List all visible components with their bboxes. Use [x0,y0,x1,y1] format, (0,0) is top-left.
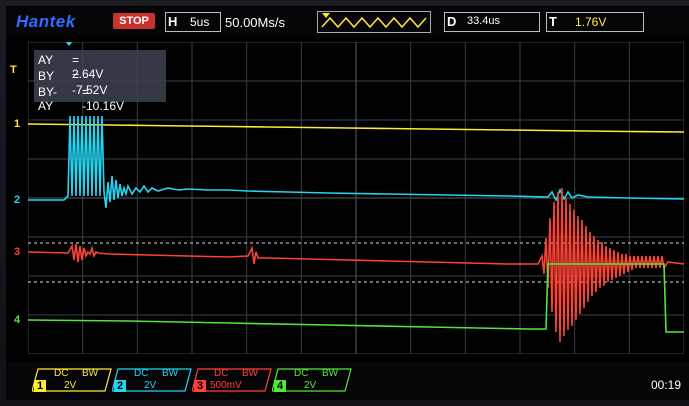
ch1-ground-marker[interactable]: 1 [14,118,20,130]
ch2-ground-marker[interactable]: 2 [14,194,20,206]
ch2-scale: 2V [144,380,157,391]
ch3-number: 3 [194,380,206,392]
trigger-position-bar[interactable] [317,11,431,33]
trigger-level-value: 1.76V [575,15,607,29]
ch2-bw: BW [162,368,179,379]
delay-label: D [447,14,457,29]
ch2-settings[interactable]: 2 DC BW 2V [112,368,192,392]
ch2-coupling: DC [134,368,149,379]
ch1-scale: 2V [64,380,77,391]
trigger-level-marker[interactable]: T [10,64,17,76]
ch4-number: 4 [274,380,286,392]
ch4-ground-marker[interactable]: 4 [14,314,20,326]
timebase-box[interactable]: H 5us [165,12,221,32]
trigger-level-box[interactable]: T 1.76V [546,12,644,32]
ch1-bw: BW [82,368,99,379]
top-status-bar: Hantek STOP H 5us 50.00Ms/s D 33.4us T 1… [6,6,689,36]
ch1-number: 1 [34,380,46,392]
ch3-bw: BW [242,368,259,379]
cursor-diff-label: BY-AY [38,85,57,113]
channel-status-bar: 1 DC BW 2V 2 DC BW 2V 3 DC BW 500mV 4 DC… [6,362,689,400]
cursor-diff-value: = -10.16V [82,85,125,113]
trigger-position-icon [321,13,427,29]
ch4-coupling: DC [294,368,309,379]
cursor-ab-markers[interactable] [64,42,74,46]
trigger-label: T [549,14,557,29]
ch4-scale: 2V [304,380,317,391]
brand-logo: Hantek [16,12,76,31]
ch3-ground-marker[interactable]: 3 [14,246,20,258]
run-stop-indicator[interactable]: STOP [113,13,155,29]
ch3-coupling: DC [214,368,229,379]
ch4-settings[interactable]: 4 DC BW 2V [272,368,352,392]
ch2-number: 2 [114,380,126,392]
cursor-ay-label: AY [38,53,54,67]
delay-value: 33.4us [467,15,501,27]
ch4-bw: BW [322,368,339,379]
cursor-by-label: BY [38,69,55,83]
ch3-scale: 500mV [210,380,242,391]
clock-time: 00:19 [650,378,681,392]
ch1-settings[interactable]: 1 DC BW 2V [32,368,112,392]
sample-rate: 50.00Ms/s [225,15,285,30]
ch1-coupling: DC [54,368,69,379]
horizontal-label: H [168,14,178,29]
cursor-measurement-panel: AY = 2.64V BY = -7.52V BY-AY = -10.16V [34,50,166,113]
ch3-settings[interactable]: 3 DC BW 500mV [192,368,272,392]
delay-box[interactable]: D 33.4us [444,12,540,32]
scope-screen: Hantek STOP H 5us 50.00Ms/s D 33.4us T 1… [6,6,689,400]
timebase-value: 5us [190,15,210,29]
